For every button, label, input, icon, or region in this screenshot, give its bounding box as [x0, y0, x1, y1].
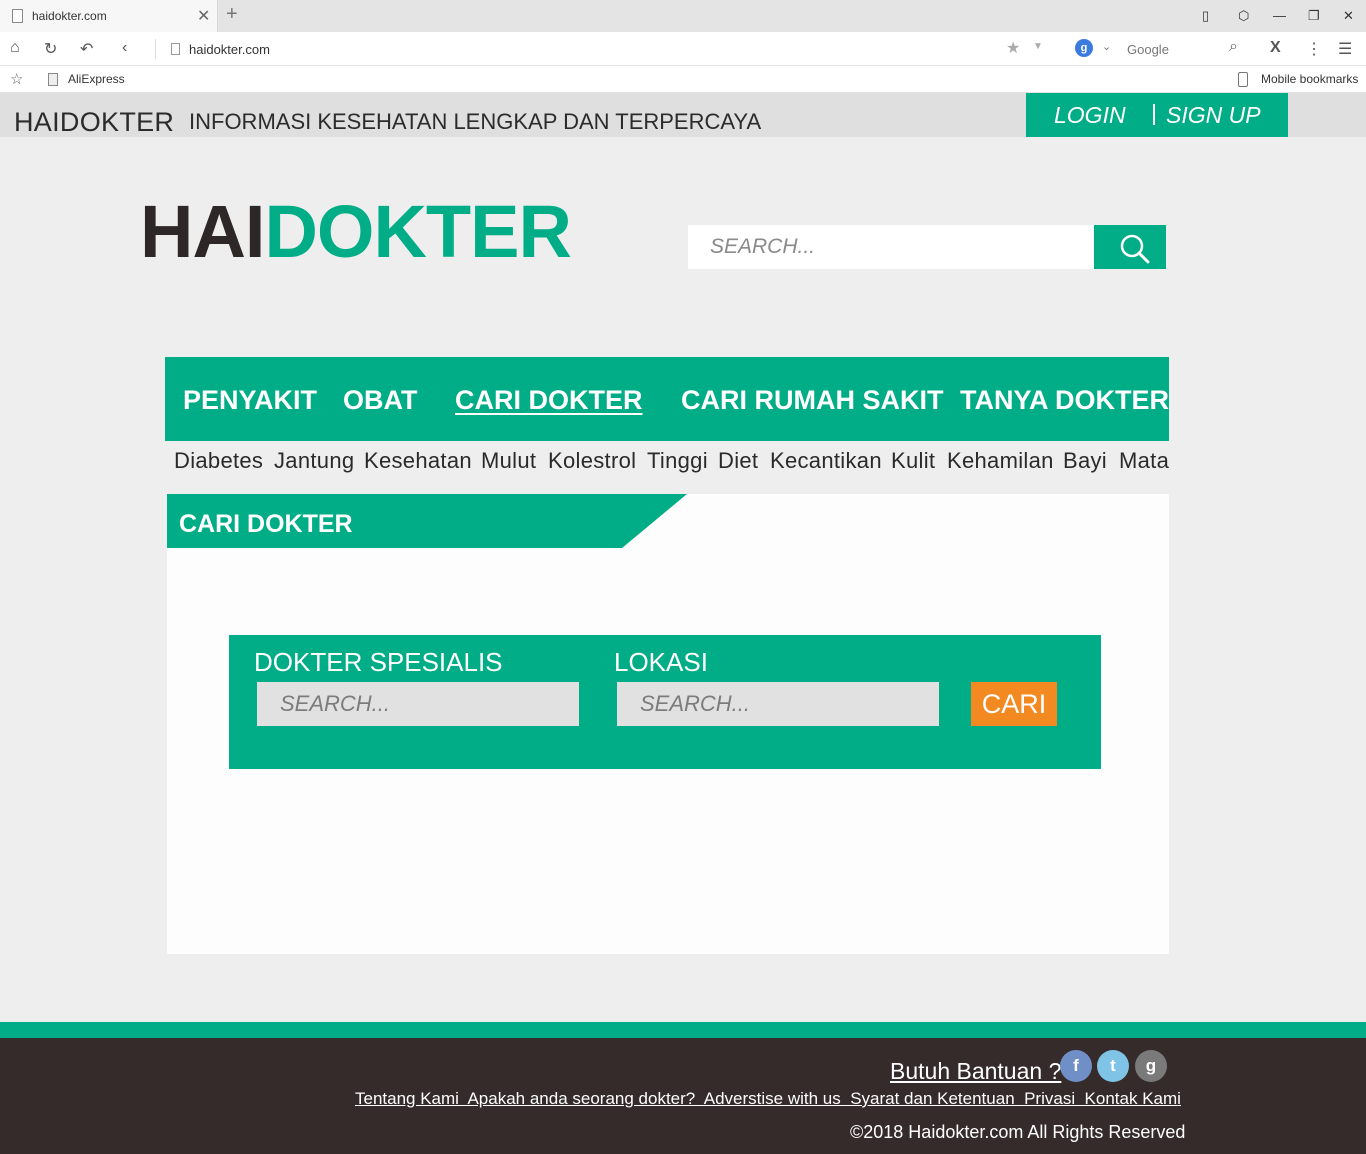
topic-tags: Diabetes Jantung Kesehatan Mulut Kolestr… [165, 446, 1169, 476]
extension-icon[interactable]: ⬡ [1238, 8, 1249, 24]
facebook-icon[interactable]: f [1060, 1050, 1092, 1082]
engine-search-input[interactable]: Google [1127, 42, 1169, 57]
menu-item-tanya-dokter[interactable]: TANYA DOKTER [960, 385, 1169, 416]
auth-box: LOGIN SIGN UP [1026, 93, 1288, 137]
copyright-text: 2018 Haidokter.com All Rights Reserved [863, 1122, 1186, 1142]
address-separator [155, 39, 156, 59]
tag-kulit[interactable]: Kulit [891, 448, 935, 474]
divider [1153, 104, 1155, 125]
specialist-label: DOKTER SPESIALIS [254, 647, 503, 677]
more-icon[interactable]: ⋮ [1306, 39, 1322, 59]
location-search-input[interactable] [617, 682, 939, 726]
browser-tabbar: haidokter.com ✕ + ▯ ⬡ — ❐ ✕ [0, 0, 1366, 32]
tag-kecantikan[interactable]: Kecantikan [770, 448, 882, 474]
tag-mulut[interactable]: Mulut [481, 448, 536, 474]
site-search-button[interactable] [1094, 225, 1166, 269]
help-link[interactable]: Butuh Bantuan ? [890, 1058, 1061, 1085]
bookmarks-bar: ☆ AliExpress Mobile bookmarks [0, 66, 1366, 93]
menu-icon[interactable]: ☰ [1338, 39, 1352, 59]
x-icon[interactable]: X [1270, 39, 1281, 57]
tag-mata[interactable]: Mata [1119, 448, 1169, 474]
bookmark-star-icon[interactable]: ★ [1006, 38, 1020, 58]
search-icon[interactable]: ⌕ [1229, 38, 1238, 56]
star-outline-icon[interactable]: ☆ [10, 70, 23, 88]
main-menu: PENYAKIT OBAT CARI DOKTER CARI RUMAH SAK… [165, 357, 1169, 441]
footer-links[interactable]: Tentang Kami Apakah anda seorang dokter?… [355, 1089, 1181, 1109]
location-label: LOKASI [614, 647, 708, 677]
restore-icon[interactable]: ❐ [1308, 8, 1320, 24]
tag-kesehatan[interactable]: Kesehatan [364, 448, 472, 474]
footer-accent-line [0, 1022, 1366, 1038]
minimize-icon[interactable]: — [1273, 8, 1286, 23]
menu-item-cari-dokter[interactable]: CARI DOKTER [455, 385, 643, 416]
tile-icon[interactable]: ▯ [1202, 8, 1209, 24]
search-icon [1120, 234, 1150, 264]
login-link[interactable]: LOGIN [1054, 102, 1126, 129]
card-title: CARI DOKTER [179, 510, 353, 538]
close-window-icon[interactable]: ✕ [1343, 8, 1354, 24]
tag-bayi[interactable]: Bayi [1063, 448, 1107, 474]
content-card: CARI DOKTER DOKTER SPESIALIS LOKASI CARI [167, 494, 1169, 954]
site-brand[interactable]: HAIDOKTER [14, 107, 174, 138]
bookmark-aliexpress[interactable]: AliExpress [68, 72, 125, 86]
site-tagline: INFORMASI KESEHATAN LENGKAP DAN TERPERCA… [189, 109, 762, 134]
mobile-bookmarks[interactable]: Mobile bookmarks [1261, 72, 1358, 86]
twitter-icon[interactable]: t [1097, 1050, 1129, 1082]
page-icon [48, 73, 58, 86]
reload-icon[interactable]: ↻ [44, 39, 57, 59]
chevron-down-icon[interactable]: ⌄ [1102, 40, 1111, 53]
tag-jantung[interactable]: Jantung [274, 448, 354, 474]
page-icon [12, 9, 23, 23]
page-icon [171, 43, 180, 55]
google-icon[interactable]: g [1135, 1050, 1167, 1082]
menu-item-penyakit[interactable]: PENYAKIT [183, 385, 317, 416]
site-footer: Butuh Bantuan ? f t g Tentang Kami Apaka… [0, 1038, 1366, 1154]
menu-item-obat[interactable]: OBAT [343, 385, 418, 416]
mobile-icon [1238, 72, 1248, 87]
signup-link[interactable]: SIGN UP [1166, 102, 1261, 129]
tag-kolestrol[interactable]: Kolestrol [548, 448, 636, 474]
browser-tab[interactable]: haidokter.com ✕ [0, 0, 218, 32]
chevron-down-icon[interactable]: ▼ [1033, 41, 1043, 52]
address-bar[interactable]: haidokter.com [189, 42, 270, 57]
undo-icon[interactable]: ↶ [80, 39, 93, 59]
logo-part-dokter: DOKTER [264, 190, 571, 273]
doctor-finder-form: DOKTER SPESIALIS LOKASI CARI [229, 635, 1101, 769]
search-engine-icon[interactable]: g [1075, 39, 1093, 57]
site-search-input[interactable] [688, 225, 1094, 269]
close-tab-icon[interactable]: ✕ [197, 6, 210, 26]
tab-title: haidokter.com [32, 9, 107, 23]
cari-button[interactable]: CARI [971, 682, 1057, 726]
site-logo[interactable]: HAIDOKTER [140, 195, 572, 269]
tag-tinggi[interactable]: Tinggi [647, 448, 708, 474]
specialist-search-input[interactable] [257, 682, 579, 726]
tag-kehamilan[interactable]: Kehamilan [947, 448, 1054, 474]
home-icon[interactable]: ⌂ [10, 39, 20, 57]
tag-diabetes[interactable]: Diabetes [174, 448, 263, 474]
browser-navbar: ⌂ ↻ ↶ ‹ haidokter.com ★ ▼ g ⌄ Google ⌕ X… [0, 32, 1366, 66]
copyright-icon: © [850, 1122, 864, 1142]
back-icon[interactable]: ‹ [122, 39, 127, 57]
tag-diet[interactable]: Diet [718, 448, 758, 474]
new-tab-icon[interactable]: + [226, 3, 238, 26]
logo-part-hai: HAI [140, 190, 265, 273]
copyright: ©2018 Haidokter.com All Rights Reserved [850, 1122, 1185, 1143]
menu-item-cari-rumah-sakit[interactable]: CARI RUMAH SAKIT [681, 385, 944, 416]
site-top-strip: HAIDOKTER INFORMASI KESEHATAN LENGKAP DA… [0, 93, 1366, 137]
